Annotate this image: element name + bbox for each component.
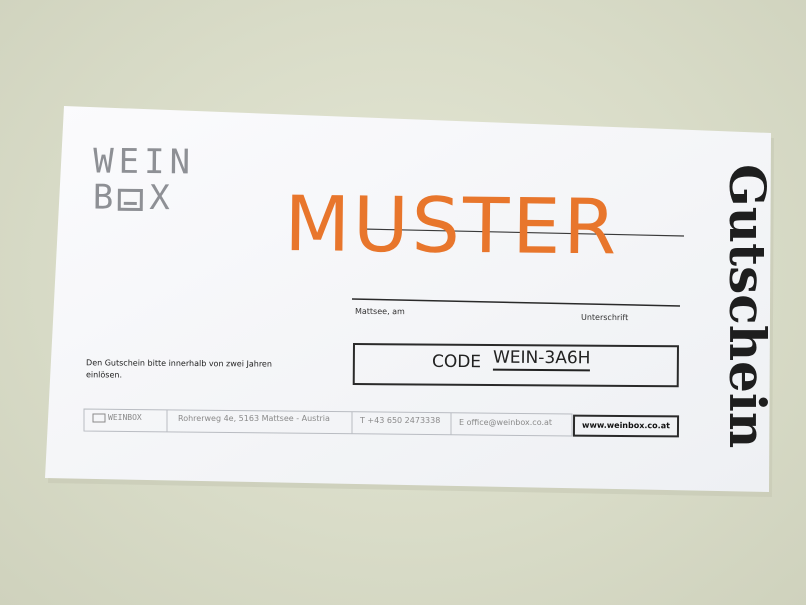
footer-website: www.weinbox.co.at <box>572 414 680 438</box>
logo-box-icon <box>118 188 144 211</box>
footer-email: E office@weinbox.co.at <box>459 418 553 427</box>
code-label: CODE <box>431 351 482 373</box>
logo-letter-x: X <box>149 178 175 219</box>
footer-brand: WEINBOX <box>92 413 142 422</box>
validity-note: Den Gutschein bitte innerhalb von zwei J… <box>85 358 272 380</box>
voucher-paper <box>45 106 774 497</box>
place-date-label: Mattsee, am <box>354 306 405 317</box>
voucher-title: Gutschein <box>718 164 777 449</box>
logo-line-1: WEIN <box>92 141 196 183</box>
voucher-card: WEIN BX MUSTER Gutschein Mattsee, am Unt… <box>0 0 806 605</box>
signature-label: Unterschrift <box>580 312 629 323</box>
voucher-code: WEIN-3A6H <box>492 347 591 372</box>
footer-address: Rohrerweg 4e, 5163 Mattsee - Austria <box>178 414 330 423</box>
code-box <box>352 343 679 388</box>
muster-stamp: MUSTER <box>284 178 620 272</box>
logo-letter-b: B <box>92 177 119 218</box>
footer-brand-text: WEINBOX <box>108 413 142 422</box>
logo-line-2: BX <box>92 177 195 219</box>
weinbox-logo: WEIN BX <box>92 141 196 219</box>
footer-phone: T +43 650 2473338 <box>360 416 441 425</box>
